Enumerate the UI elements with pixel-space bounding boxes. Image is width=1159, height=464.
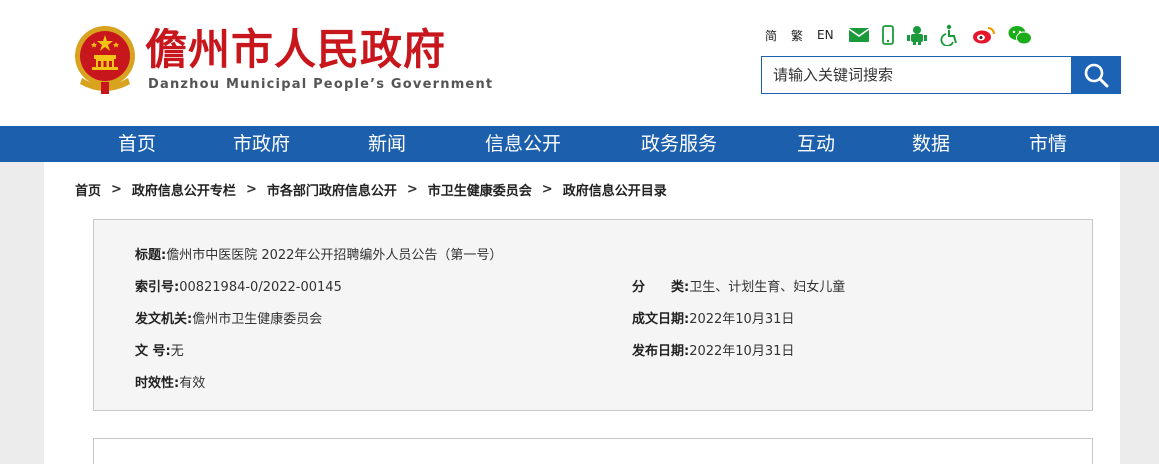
meta-document-number: 文 号:无 bbox=[135, 340, 184, 359]
breadcrumb-separator: > bbox=[245, 182, 257, 197]
breadcrumb-item-home[interactable]: 首页 bbox=[75, 180, 101, 199]
meta-issuer: 发文机关:儋州市卫生健康委员会 bbox=[135, 308, 322, 327]
lang-traditional-link[interactable]: 繁 bbox=[791, 27, 803, 44]
breadcrumb-item-catalog[interactable]: 政府信息公开目录 bbox=[563, 180, 667, 199]
meta-document-number-label: 文 号: bbox=[135, 344, 171, 359]
meta-issuer-value: 儋州市卫生健康委员会 bbox=[192, 312, 323, 327]
meta-document-number-value: 无 bbox=[170, 344, 184, 359]
meta-validity-label: 时效性: bbox=[135, 376, 180, 391]
site-title-en: Danzhou Municipal People’s Government bbox=[148, 77, 494, 92]
national-emblem-icon[interactable] bbox=[70, 22, 140, 96]
meta-index: 索引号:00821984-0/2022-00145 bbox=[135, 276, 342, 295]
site-title[interactable]: 儋州市人民政府 bbox=[145, 16, 446, 77]
weibo-icon[interactable] bbox=[972, 25, 996, 45]
meta-category-value: 卫生、计划生育、妇女儿童 bbox=[689, 280, 846, 295]
search-box bbox=[761, 56, 1121, 94]
mobile-icon[interactable] bbox=[881, 25, 894, 45]
meta-index-label: 索引号: bbox=[135, 280, 180, 295]
nav-item-government[interactable]: 市政府 bbox=[233, 126, 290, 162]
article-body bbox=[93, 438, 1093, 464]
meta-title: 标题:儋州市中医医院 2022年公开招聘编外人员公告（第一号） bbox=[135, 244, 502, 263]
header-tools: 简 繁 EN bbox=[765, 22, 1044, 48]
nav-item-news[interactable]: 新闻 bbox=[368, 126, 406, 162]
breadcrumb-separator: > bbox=[111, 182, 122, 197]
site-header: 儋州市人民政府 Danzhou Municipal People’s Gover… bbox=[0, 0, 1159, 126]
accessibility-icon[interactable] bbox=[940, 24, 960, 46]
meta-title-value: 儋州市中医医院 2022年公开招聘编外人员公告（第一号） bbox=[166, 248, 503, 263]
meta-category: 分 类:卫生、计划生育、妇女儿童 bbox=[632, 276, 845, 295]
breadcrumb-item-departments[interactable]: 市各部门政府信息公开 bbox=[267, 180, 397, 199]
meta-validity: 时效性:有效 bbox=[135, 372, 205, 391]
meta-index-value: 00821984-0/2022-00145 bbox=[179, 280, 342, 295]
meta-published-date: 发布日期:2022年10月31日 bbox=[632, 340, 794, 359]
meta-written-date-label: 成文日期: bbox=[632, 312, 690, 327]
search-icon bbox=[1084, 63, 1108, 88]
mail-icon[interactable] bbox=[848, 27, 870, 43]
breadcrumb-separator: > bbox=[541, 182, 553, 197]
document-metadata: 标题:儋州市中医医院 2022年公开招聘编外人员公告（第一号） 索引号:0082… bbox=[93, 219, 1093, 411]
breadcrumb-item-gov-info-column[interactable]: 政府信息公开专栏 bbox=[132, 180, 236, 199]
search-button[interactable] bbox=[1071, 57, 1120, 93]
breadcrumb-separator: > bbox=[406, 182, 418, 197]
nav-item-gov-services[interactable]: 政务服务 bbox=[641, 126, 717, 162]
lang-english-link[interactable]: EN bbox=[817, 28, 834, 42]
nav-item-data[interactable]: 数据 bbox=[912, 126, 950, 162]
meta-written-date-value: 2022年10月31日 bbox=[689, 312, 795, 327]
search-input[interactable] bbox=[762, 57, 1071, 93]
meta-written-date: 成文日期:2022年10月31日 bbox=[632, 308, 794, 327]
wechat-icon[interactable] bbox=[1008, 25, 1032, 45]
breadcrumb-item-health-commission[interactable]: 市卫生健康委员会 bbox=[428, 180, 532, 199]
nav-item-interaction[interactable]: 互动 bbox=[797, 126, 835, 162]
content-panel: 首页 > 政府信息公开专栏 > 市各部门政府信息公开 > 市卫生健康委员会 > … bbox=[44, 162, 1120, 464]
nav-item-city-profile[interactable]: 市情 bbox=[1029, 126, 1067, 162]
nav-item-home[interactable]: 首页 bbox=[118, 126, 156, 162]
main-nav: 首页 市政府 新闻 信息公开 政务服务 互动 数据 市情 bbox=[0, 126, 1159, 162]
meta-published-date-value: 2022年10月31日 bbox=[689, 344, 795, 359]
nav-item-info-disclosure[interactable]: 信息公开 bbox=[485, 126, 561, 162]
meta-published-date-label: 发布日期: bbox=[632, 344, 690, 359]
meta-category-label: 分 类: bbox=[632, 280, 690, 295]
meta-validity-value: 有效 bbox=[179, 376, 206, 391]
robot-icon[interactable] bbox=[906, 24, 928, 46]
meta-title-label: 标题: bbox=[135, 248, 167, 263]
meta-issuer-label: 发文机关: bbox=[135, 312, 193, 327]
breadcrumb: 首页 > 政府信息公开专栏 > 市各部门政府信息公开 > 市卫生健康委员会 > … bbox=[75, 180, 667, 199]
lang-simplified-link[interactable]: 简 bbox=[765, 27, 777, 44]
